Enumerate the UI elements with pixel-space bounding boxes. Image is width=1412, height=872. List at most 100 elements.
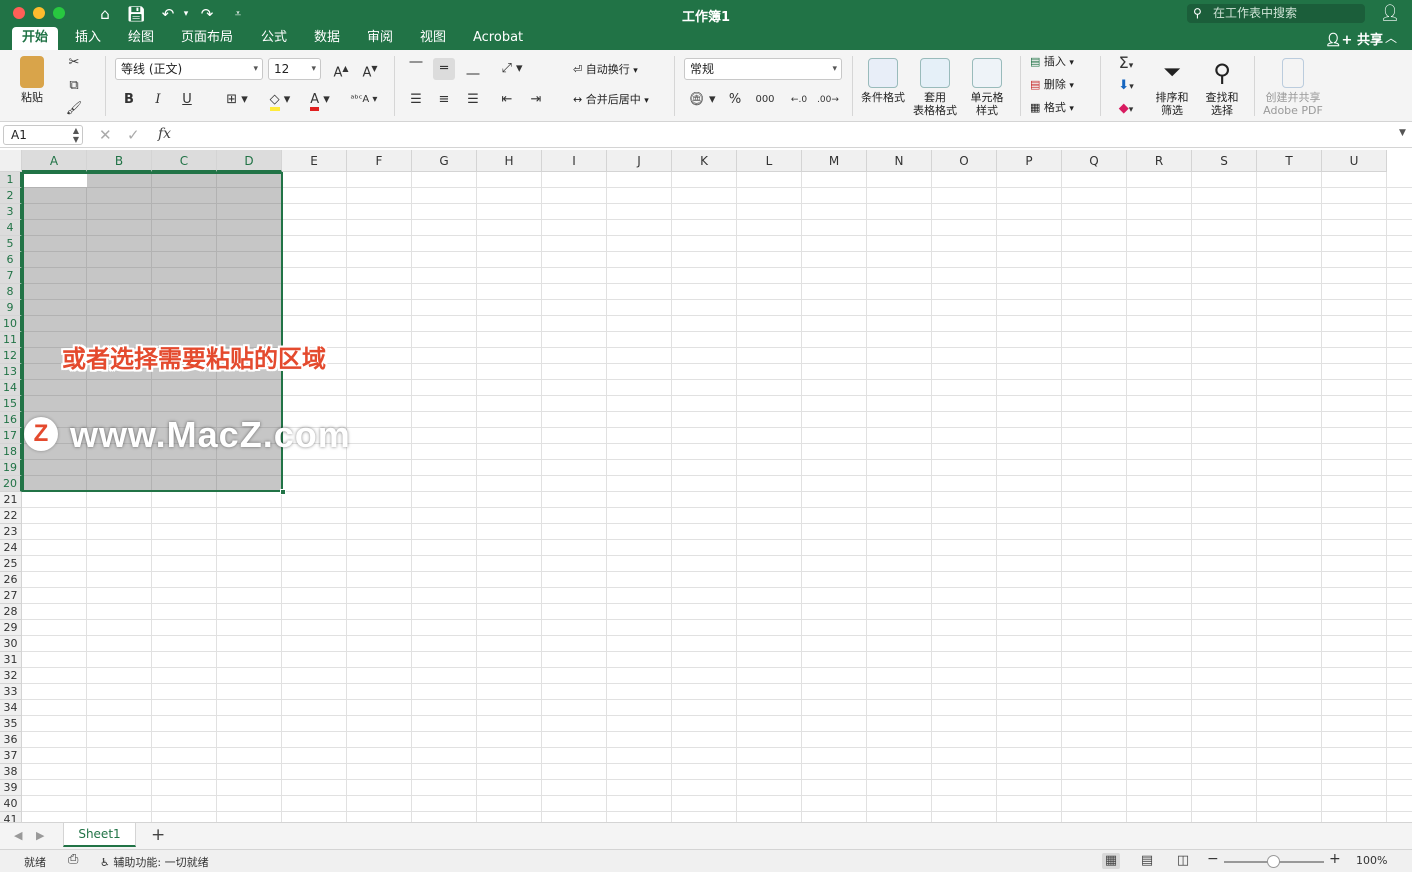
zoom-slider-handle[interactable] bbox=[1267, 855, 1280, 868]
insert-function-button[interactable]: fx bbox=[158, 126, 171, 142]
column-header-r[interactable]: R bbox=[1127, 150, 1192, 172]
macro-record-icon[interactable]: ⎙ bbox=[68, 852, 78, 867]
page-break-view-icon[interactable]: ◫ bbox=[1174, 853, 1192, 869]
row-header-33[interactable]: 33 bbox=[0, 684, 22, 700]
create-share-pdf-button[interactable]: 创建并共享 Adobe PDF bbox=[1262, 58, 1324, 117]
row-header-27[interactable]: 27 bbox=[0, 588, 22, 604]
decrease-indent-icon[interactable]: ⇤ bbox=[496, 89, 518, 111]
paste-button[interactable]: 粘贴 bbox=[10, 56, 54, 104]
zoom-out-button[interactable]: − bbox=[1207, 851, 1219, 867]
prev-sheet-icon[interactable]: ◀ bbox=[14, 829, 22, 842]
row-header-24[interactable]: 24 bbox=[0, 540, 22, 556]
select-all-corner[interactable] bbox=[0, 150, 22, 172]
italic-button[interactable]: I bbox=[147, 89, 169, 111]
align-left-icon[interactable]: ☰ bbox=[405, 89, 427, 111]
column-header-t[interactable]: T bbox=[1257, 150, 1322, 172]
row-header-37[interactable]: 37 bbox=[0, 748, 22, 764]
column-header-e[interactable]: E bbox=[282, 150, 347, 172]
row-header-4[interactable]: 4 bbox=[0, 220, 22, 236]
row-header-29[interactable]: 29 bbox=[0, 620, 22, 636]
align-middle-icon[interactable]: ═ bbox=[433, 58, 455, 80]
font-name-select[interactable]: 等线 (正文) ▾ bbox=[115, 58, 263, 80]
increase-font-size-icon[interactable]: A▲ bbox=[328, 58, 354, 80]
conditional-format-button[interactable]: 条件格式 bbox=[858, 58, 908, 104]
fill-color-icon[interactable]: ◇ ▾ bbox=[262, 89, 298, 111]
wrap-text-button[interactable]: ⏎ 自动换行 ▾ bbox=[573, 63, 638, 78]
comma-style-button[interactable]: 000 bbox=[752, 89, 778, 111]
zoom-level[interactable]: 100% bbox=[1356, 854, 1387, 867]
column-header-j[interactable]: J bbox=[607, 150, 672, 172]
row-header-23[interactable]: 23 bbox=[0, 524, 22, 540]
confirm-entry-icon[interactable]: ✓ bbox=[127, 126, 140, 144]
align-top-icon[interactable]: ⎺ bbox=[405, 58, 427, 80]
add-sheet-button[interactable]: + bbox=[151, 825, 165, 845]
active-cell-a1[interactable] bbox=[24, 174, 87, 187]
row-header-3[interactable]: 3 bbox=[0, 204, 22, 220]
row-header-15[interactable]: 15 bbox=[0, 396, 22, 412]
row-header-17[interactable]: 17 bbox=[0, 428, 22, 444]
column-header-l[interactable]: L bbox=[737, 150, 802, 172]
row-header-5[interactable]: 5 bbox=[0, 236, 22, 252]
row-header-34[interactable]: 34 bbox=[0, 700, 22, 716]
decrease-font-size-icon[interactable]: A▼ bbox=[357, 58, 383, 80]
column-header-g[interactable]: G bbox=[412, 150, 477, 172]
column-header-o[interactable]: O bbox=[932, 150, 997, 172]
row-header-40[interactable]: 40 bbox=[0, 796, 22, 812]
fill-icon[interactable]: ⬇▾ bbox=[1110, 75, 1142, 97]
increase-indent-icon[interactable]: ⇥ bbox=[525, 89, 547, 111]
expand-formula-bar-icon[interactable]: ▼ bbox=[1399, 128, 1406, 138]
row-header-9[interactable]: 9 bbox=[0, 300, 22, 316]
decrease-decimal-icon[interactable]: .00→ bbox=[815, 89, 841, 111]
row-header-32[interactable]: 32 bbox=[0, 668, 22, 684]
row-header-13[interactable]: 13 bbox=[0, 364, 22, 380]
format-cells-button[interactable]: ▦ 格式 ▾ bbox=[1030, 101, 1074, 116]
cancel-entry-icon[interactable]: ✕ bbox=[99, 126, 112, 144]
merge-center-button[interactable]: ↔ 合并后居中 ▾ bbox=[573, 93, 649, 108]
column-header-m[interactable]: M bbox=[802, 150, 867, 172]
row-header-38[interactable]: 38 bbox=[0, 764, 22, 780]
row-header-20[interactable]: 20 bbox=[0, 476, 22, 492]
row-header-12[interactable]: 12 bbox=[0, 348, 22, 364]
orientation-icon[interactable]: ⤢ ▾ bbox=[494, 58, 530, 80]
autosum-icon[interactable]: Σ▾ bbox=[1110, 52, 1142, 74]
zoom-in-button[interactable]: + bbox=[1329, 851, 1341, 867]
search-sheet-input[interactable]: ⚲ 在工作表中搜索 bbox=[1187, 4, 1365, 23]
percent-button[interactable]: % bbox=[724, 89, 746, 111]
tab-insert[interactable]: 插入 bbox=[65, 27, 111, 50]
row-header-18[interactable]: 18 bbox=[0, 444, 22, 460]
row-header-36[interactable]: 36 bbox=[0, 732, 22, 748]
sheet-tab-sheet1[interactable]: Sheet1 bbox=[63, 823, 136, 847]
insert-cells-button[interactable]: ▤ 插入 ▾ bbox=[1030, 55, 1074, 70]
tab-page-layout[interactable]: 页面布局 bbox=[171, 27, 243, 50]
borders-icon[interactable]: ⊞ ▾ bbox=[220, 89, 254, 111]
accounting-format-icon[interactable]: 🪙︎ ▾ bbox=[684, 89, 720, 111]
column-header-b[interactable]: B bbox=[87, 150, 152, 172]
align-bottom-icon[interactable]: ⎽ bbox=[462, 58, 484, 80]
increase-decimal-icon[interactable]: ←.0 bbox=[786, 89, 812, 111]
row-header-2[interactable]: 2 bbox=[0, 188, 22, 204]
copy-icon[interactable]: ⧉ bbox=[63, 75, 85, 97]
row-header-39[interactable]: 39 bbox=[0, 780, 22, 796]
row-header-30[interactable]: 30 bbox=[0, 636, 22, 652]
font-size-select[interactable]: 12 ▾ bbox=[268, 58, 321, 80]
phonetic-icon[interactable]: ᵃᵇᶜA ▾ bbox=[345, 89, 383, 111]
column-header-q[interactable]: Q bbox=[1062, 150, 1127, 172]
tab-view[interactable]: 视图 bbox=[410, 27, 456, 50]
row-header-7[interactable]: 7 bbox=[0, 268, 22, 284]
clear-icon[interactable]: ◆▾ bbox=[1110, 98, 1142, 120]
tab-draw[interactable]: 绘图 bbox=[118, 27, 164, 50]
column-header-k[interactable]: K bbox=[672, 150, 737, 172]
normal-view-icon[interactable]: ▦ bbox=[1102, 853, 1120, 869]
format-as-table-button[interactable]: 套用 表格格式 bbox=[910, 58, 960, 117]
column-header-p[interactable]: P bbox=[997, 150, 1062, 172]
row-header-28[interactable]: 28 bbox=[0, 604, 22, 620]
fill-handle[interactable] bbox=[280, 489, 286, 495]
delete-cells-button[interactable]: ▤ 删除 ▾ bbox=[1030, 78, 1074, 93]
row-header-41[interactable]: 41 bbox=[0, 812, 22, 822]
tab-formulas[interactable]: 公式 bbox=[251, 27, 297, 50]
row-header-21[interactable]: 21 bbox=[0, 492, 22, 508]
next-sheet-icon[interactable]: ▶ bbox=[36, 829, 44, 842]
underline-button[interactable]: U bbox=[176, 89, 198, 111]
collapse-ribbon-icon[interactable]: ︿ bbox=[1385, 29, 1397, 46]
tab-review[interactable]: 审阅 bbox=[357, 27, 403, 50]
